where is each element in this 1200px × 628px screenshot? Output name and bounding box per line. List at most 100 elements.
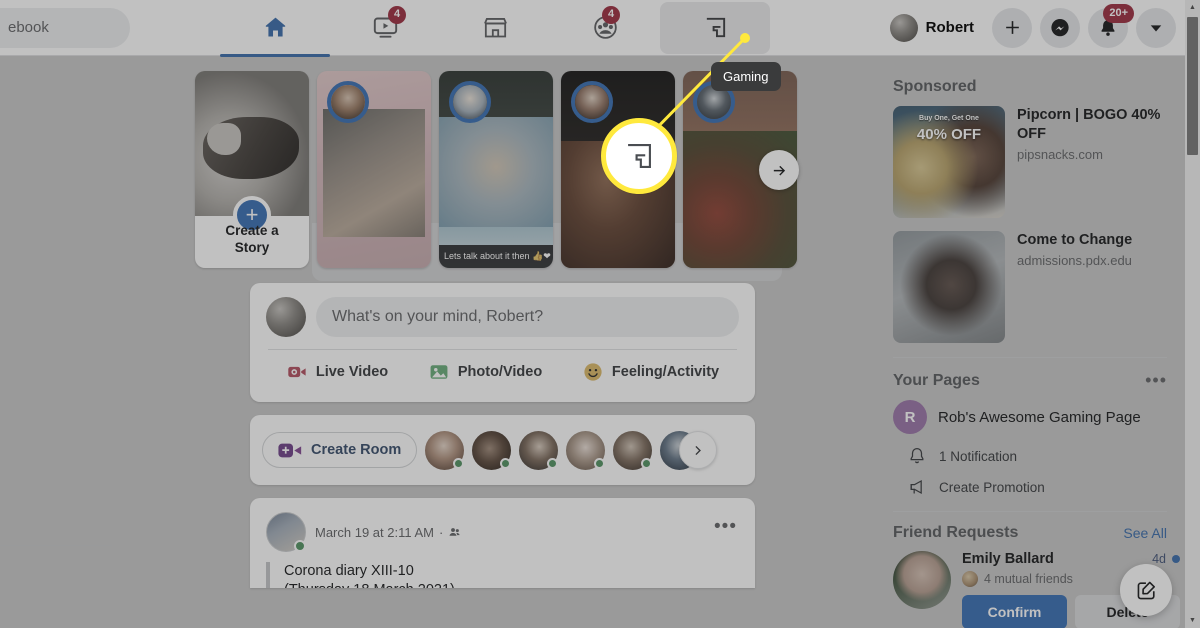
avatar[interactable] [893,551,951,609]
profile-chip[interactable]: Robert [887,11,984,45]
post-body-line-2: (Thursday 18 March 2021) [284,581,739,588]
feeling-activity-button[interactable]: Feeling/Activity [572,355,729,389]
facebook-page: ebook 4 4 Robert 20+ + Create a Story Le… [0,0,1200,628]
contact-avatar[interactable] [566,430,606,470]
friend-request-time: 4d [1152,552,1180,566]
center-feed-column: + Create a Story Lets talk about it then… [195,56,815,588]
caret-up-icon[interactable]: ▲ [1185,0,1200,15]
friend-request-time-text: 4d [1152,552,1166,566]
contact-avatar[interactable] [472,430,512,470]
sponsored-ad[interactable]: Buy One, Get One 40% OFF Pipcorn | BOGO … [893,106,1167,218]
page-notifications-label: 1 Notification [939,448,1018,464]
composer-placeholder: What's on your mind, Robert? [332,308,544,325]
post-timestamp[interactable]: March 19 at 2:11 AM [315,525,434,540]
photo-video-button[interactable]: Photo/Video [418,355,552,389]
post-header: March 19 at 2:11 AM · ••• [266,512,739,552]
ad-text: Pipcorn | BOGO 40% OFF pipsnacks.com [1017,106,1167,218]
friend-request-name[interactable]: Emily Ballard [962,551,1054,567]
online-dot [500,457,512,469]
rooms-bar: Create Room [250,415,755,485]
post-body: Corona diary XIII-10 (Thursday 18 March … [266,562,739,588]
your-pages-menu-button[interactable]: ••• [1145,370,1167,391]
stories-next-button[interactable] [759,150,799,190]
ad-url: pipsnacks.com [1017,147,1103,162]
story-image [561,141,675,268]
ad-url: admissions.pdx.edu [1017,253,1132,268]
nav-tab-groups[interactable]: 4 [550,2,660,54]
story-card[interactable] [317,71,431,268]
ad-overlay-big: 40% OFF [916,126,982,143]
top-navigation-bar: ebook 4 4 Robert 20+ [0,0,1200,57]
browser-scrollbar[interactable]: ▲ ▼ [1185,0,1200,628]
composer-actions: Live Video Photo/Video Feeling/Activity [266,350,739,394]
online-dot [294,540,306,552]
megaphone-icon [910,479,922,495]
nav-tab-gaming[interactable] [660,1,770,54]
rooms-next-button[interactable] [679,431,717,469]
avatar[interactable] [266,512,306,552]
post-meta-separator: · [439,524,444,540]
page-avatar: R [893,400,927,434]
scrollbar-thumb[interactable] [1187,17,1198,155]
notifications-button[interactable]: 20+ [1088,3,1134,48]
messenger-button[interactable] [1040,7,1080,48]
search-input[interactable]: ebook [0,7,130,48]
composer-input[interactable]: What's on your mind, Robert? [316,297,739,337]
nav-tab-marketplace[interactable] [440,2,550,54]
arrow-right-icon [773,165,785,175]
live-video-button[interactable]: Live Video [276,355,398,389]
online-dot [547,457,559,469]
post-meta: March 19 at 2:11 AM · [315,525,462,540]
sponsored-ad[interactable]: Come to Change admissions.pdx.edu [893,231,1167,343]
create-story-card[interactable]: + Create a Story [195,71,309,268]
online-dot [594,457,606,469]
home-icon [265,17,285,37]
avatar-ring [449,81,491,123]
create-promotion-item[interactable]: Create Promotion [907,477,1167,497]
compose-message-button[interactable] [1120,564,1172,616]
bell-icon [910,448,924,464]
avatar [889,13,918,42]
notifications-badge: 20+ [1103,3,1134,23]
ad-thumbnail [893,231,1005,343]
header-left: ebook [0,7,200,48]
photo-video-icon [430,365,448,379]
page-item[interactable]: R Rob's Awesome Gaming Page [893,400,1167,434]
confirm-button[interactable]: Confirm [962,595,1067,628]
nav-tab-watch[interactable]: 4 [330,2,440,54]
compose-pencil-icon [1137,581,1155,599]
create-promotion-label: Create Promotion [939,479,1045,495]
caret-down-icon[interactable]: ▼ [1185,613,1200,628]
page-notifications-item[interactable]: 1 Notification [907,446,1167,466]
chevron-down-icon [1150,24,1162,31]
create-room-label: Create Room [311,442,402,458]
photo-video-label: Photo/Video [457,364,543,380]
gaming-controller-icon [706,17,725,38]
sidebar-divider [0,545,112,546]
ad-title: Pipcorn | BOGO 40% OFF [1017,107,1161,142]
ad-text: Come to Change admissions.pdx.edu [1017,231,1132,343]
see-all-link[interactable]: See All [1123,525,1167,541]
feeling-activity-icon [584,363,602,381]
nav-tab-home[interactable] [220,2,330,57]
story-card[interactable]: Lets talk about it then 👍❤ [439,71,553,268]
search-text: ebook [8,19,49,36]
your-pages-title: Your Pages [893,371,980,389]
ad-thumbnail: Buy One, Get One 40% OFF [893,106,1005,218]
post-body-line-1: Corona diary XIII-10 [284,563,414,579]
contact-avatar[interactable] [519,430,559,470]
contact-avatar[interactable] [613,430,653,470]
ad-overlay-small: Buy One, Get One [919,115,979,122]
story-card[interactable] [561,71,675,268]
sponsored-title: Sponsored [893,78,977,95]
post-menu-button[interactable]: ••• [714,516,737,538]
friends-icon [449,528,460,536]
story-caption: Lets talk about it then 👍❤ [439,245,553,268]
contact-avatar[interactable] [425,430,465,470]
chevron-right-icon [694,445,701,455]
messenger-icon [1051,18,1069,36]
create-button[interactable] [992,7,1032,48]
account-menu-button[interactable] [1136,7,1176,48]
divider [893,511,1167,512]
create-room-button[interactable]: Create Room [262,432,418,468]
